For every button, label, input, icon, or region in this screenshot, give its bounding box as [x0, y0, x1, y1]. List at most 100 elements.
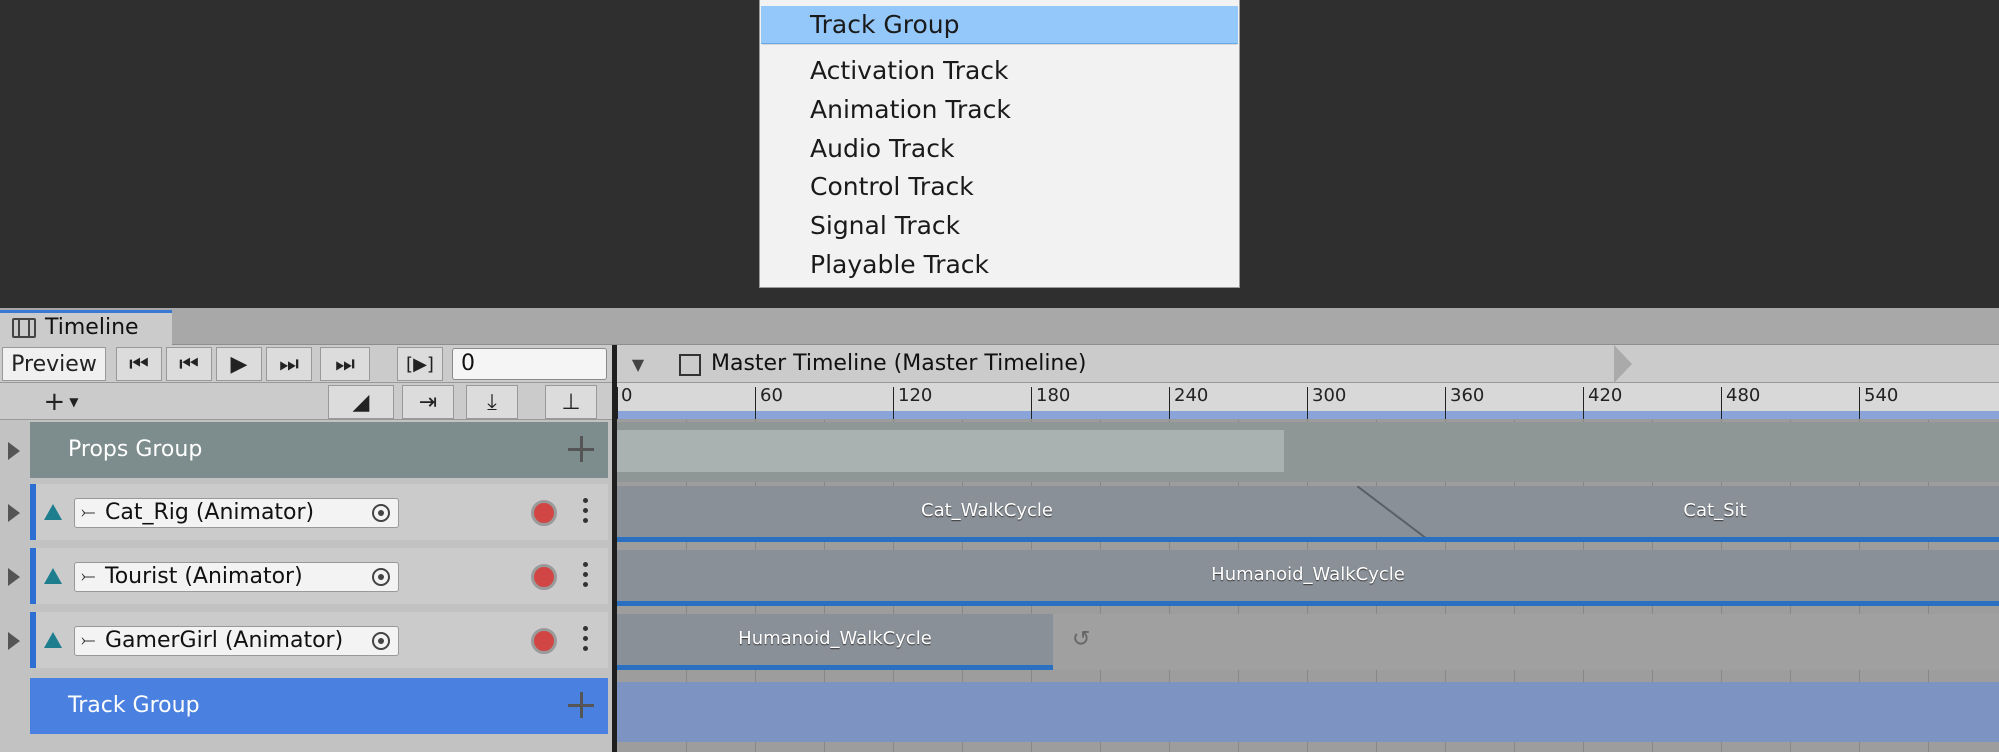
bound-object-field[interactable]: ⤚ Tourist (Animator): [74, 562, 399, 592]
record-icon[interactable]: [531, 500, 557, 526]
tab-label: Timeline: [45, 315, 139, 340]
menu-item-signal-track[interactable]: Signal Track: [761, 207, 1238, 245]
fold-arrow-icon[interactable]: [8, 568, 20, 586]
group-header[interactable]: Track Group: [30, 678, 608, 734]
track-row-track-group: Track Group: [0, 678, 612, 736]
lock-button[interactable]: ⊥: [545, 385, 597, 419]
ruler-label: 0: [621, 385, 633, 406]
group-label: Track Group: [68, 693, 200, 718]
fold-arrow-icon[interactable]: [8, 442, 20, 460]
ruler-tick: [1583, 387, 1584, 419]
ruler-tick: [1859, 387, 1860, 419]
ease-mode-button[interactable]: ◢: [328, 385, 394, 419]
ruler-tick: [1445, 387, 1446, 419]
breadcrumb: ▼ Master Timeline (Master Timeline): [612, 345, 1999, 383]
clip[interactable]: Humanoid_WalkCycle: [617, 614, 1053, 670]
add-track-menu: Track Group Activation Track Animation T…: [759, 0, 1240, 288]
ruler-highlight: [617, 411, 1999, 419]
menu-item-track-group[interactable]: Track Group: [761, 6, 1238, 44]
group-summary: [617, 430, 1284, 472]
bound-object-field[interactable]: ⤚ Cat_Rig (Animator): [74, 498, 399, 528]
bound-object-field[interactable]: ⤚ GamerGirl (Animator): [74, 626, 399, 656]
ruler-label: 60: [760, 385, 783, 406]
add-icon[interactable]: [568, 436, 594, 462]
play-button[interactable]: ▶: [216, 347, 262, 381]
group-header[interactable]: Props Group: [30, 422, 608, 478]
object-picker-icon[interactable]: [372, 504, 390, 522]
play-icon: ▶: [230, 351, 248, 377]
record-icon[interactable]: [531, 628, 557, 654]
ruler-tick: [617, 387, 618, 419]
chevron-down-icon: ▼: [631, 354, 645, 374]
ruler-label: 480: [1726, 385, 1761, 406]
ripple-icon: ⇥: [418, 389, 438, 415]
track-row-props-group: Props Group: [0, 422, 612, 480]
menu-item-activation-track[interactable]: Activation Track: [761, 52, 1238, 90]
object-picker-icon[interactable]: [372, 632, 390, 650]
skip-end-button[interactable]: ⏭: [320, 347, 370, 381]
ruler-label: 540: [1864, 385, 1899, 406]
snap-button[interactable]: ⤓: [466, 385, 518, 419]
clip[interactable]: Humanoid_WalkCycle: [617, 550, 1999, 606]
next-frame-icon: ⏭: [279, 351, 299, 377]
more-icon[interactable]: [583, 562, 589, 590]
ruler-label: 120: [898, 385, 933, 406]
ruler-label: 240: [1174, 385, 1209, 406]
animator-icon: ⤚: [81, 566, 96, 587]
track-row-cat-rig: ⤚ Cat_Rig (Animator): [0, 484, 612, 542]
ripple-mode-button[interactable]: ⇥: [402, 385, 454, 419]
animation-track-icon: [44, 504, 62, 520]
clip-label: Cat_Sit: [1683, 500, 1747, 521]
prev-frame-button[interactable]: ⏮: [166, 347, 212, 381]
ease-icon: ◢: [352, 389, 370, 415]
menu-item-audio-track[interactable]: Audio Track: [761, 130, 1238, 168]
add-icon: +: [43, 387, 66, 417]
object-picker-icon[interactable]: [372, 568, 390, 586]
skip-end-icon: ⏭: [335, 351, 355, 377]
clip[interactable]: Cat_WalkCycle: [617, 486, 1357, 542]
breadcrumb-label[interactable]: Master Timeline (Master Timeline): [711, 345, 1087, 383]
frame-field[interactable]: 0: [452, 348, 607, 380]
preview-button[interactable]: Preview: [2, 347, 106, 381]
play-range-button[interactable]: [▶]: [397, 347, 443, 381]
next-frame-button[interactable]: ⏭: [266, 347, 312, 381]
add-icon[interactable]: [568, 692, 594, 718]
menu-separator: [762, 44, 1237, 45]
menu-item-animation-track[interactable]: Animation Track: [761, 91, 1238, 129]
tab-timeline[interactable]: Timeline: [0, 310, 172, 345]
ruler-tick: [755, 387, 756, 419]
ruler-tick: [1169, 387, 1170, 419]
playback-toolbar: Preview ⏮ ⏮ ▶ ⏭ ⏭ [▶] 0: [0, 345, 612, 383]
track-row-gamergirl: ⤚ GamerGirl (Animator): [0, 612, 612, 670]
track-header[interactable]: ⤚ Tourist (Animator): [30, 548, 608, 604]
clip-area[interactable]: Cat_WalkCycle Cat_Sit Humanoid_WalkCycle…: [617, 420, 1999, 752]
skip-start-icon: ⏮: [129, 351, 149, 377]
fold-arrow-icon[interactable]: [8, 632, 20, 650]
menu-item-control-track[interactable]: Control Track: [761, 168, 1238, 206]
more-icon[interactable]: [583, 626, 589, 654]
skip-start-button[interactable]: ⏮: [116, 347, 162, 381]
ruler-label: 360: [1450, 385, 1485, 406]
track-header[interactable]: ⤚ GamerGirl (Animator): [30, 612, 608, 668]
clip[interactable]: Cat_Sit: [1431, 486, 1999, 542]
record-icon[interactable]: [531, 564, 557, 590]
group-lane: [617, 682, 1999, 742]
blend-region: [1357, 486, 1431, 542]
chevron-down-icon: ▼: [69, 395, 79, 409]
timeline-dropdown[interactable]: ▼: [620, 345, 656, 383]
clip-bar: [617, 601, 1999, 606]
group-label: Props Group: [68, 437, 203, 462]
animator-icon: ⤚: [81, 502, 96, 523]
more-icon[interactable]: [583, 498, 589, 526]
menu-item-playable-track[interactable]: Playable Track: [761, 246, 1238, 284]
edit-toolbar: + ▼ ◢ ⇥ ⤓ ⊥: [0, 383, 612, 420]
time-ruler[interactable]: 0 60 120 180 240 300 360 420 480 540: [617, 383, 1999, 420]
clip-label: Humanoid_WalkCycle: [1211, 564, 1405, 585]
fold-arrow-icon[interactable]: [8, 504, 20, 522]
add-track-button[interactable]: + ▼: [30, 385, 92, 419]
clip-bar: [617, 537, 1357, 542]
pin-icon: ⊥: [561, 389, 581, 415]
bound-object-label: GamerGirl (Animator): [105, 628, 344, 653]
track-header[interactable]: ⤚ Cat_Rig (Animator): [30, 484, 608, 540]
clip-bar: [1431, 537, 1999, 542]
